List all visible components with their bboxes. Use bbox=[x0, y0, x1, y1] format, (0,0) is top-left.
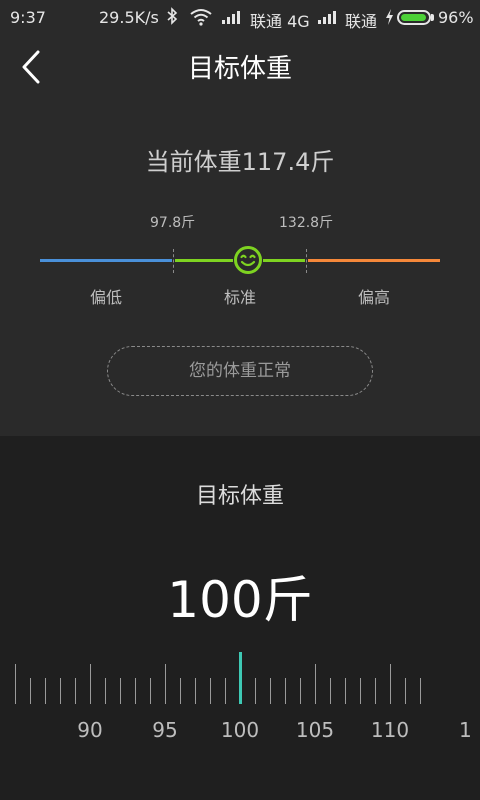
carrier-secondary: 联通 bbox=[345, 12, 378, 31]
range-label-high: 偏高 bbox=[357, 288, 390, 307]
signal-icon bbox=[222, 11, 242, 24]
ruler-tick bbox=[330, 678, 331, 704]
ruler-tick bbox=[390, 664, 391, 704]
ruler-tick bbox=[120, 678, 121, 704]
charging-icon bbox=[385, 9, 394, 29]
battery-icon bbox=[397, 10, 431, 25]
target-value: 100斤 bbox=[167, 571, 313, 629]
bluetooth-icon bbox=[166, 7, 178, 29]
ruler-tick bbox=[135, 678, 136, 704]
ruler-tick bbox=[225, 678, 226, 704]
ruler-tick bbox=[210, 678, 211, 704]
ruler-tick-label: 100 bbox=[220, 718, 260, 742]
ruler-tick bbox=[75, 678, 76, 704]
smile-icon bbox=[233, 245, 263, 275]
ruler-tick bbox=[270, 678, 271, 704]
ruler-tick bbox=[300, 678, 301, 704]
wifi-icon bbox=[189, 8, 213, 30]
ruler-tick bbox=[15, 664, 16, 704]
ruler-tick bbox=[30, 678, 31, 704]
current-weight-label: 当前体重117.4斤 bbox=[145, 148, 335, 176]
battery-level bbox=[401, 14, 426, 21]
page-title: 目标体重 bbox=[187, 54, 292, 84]
ruler-tick-label: 90 bbox=[77, 718, 103, 742]
ruler-tick bbox=[360, 678, 361, 704]
weight-status-badge: 您的体重正常 bbox=[107, 346, 373, 396]
title-bar: 目标体重 bbox=[0, 36, 480, 96]
ruler-tick bbox=[60, 678, 61, 704]
target-title: 目标体重 bbox=[195, 484, 284, 509]
ruler-tick bbox=[195, 678, 196, 704]
range-bar-high bbox=[308, 259, 440, 262]
battery-percent: 96% bbox=[438, 8, 474, 27]
ruler-tick-label: 110 bbox=[370, 718, 410, 742]
ruler-tick bbox=[165, 664, 166, 704]
status-bar: 9:37 29.5K/s 联通 4G 联通 96% bbox=[0, 0, 480, 36]
ruler-tick bbox=[315, 664, 316, 704]
ruler-tick-label: 95 bbox=[152, 718, 178, 742]
carrier-primary: 联通 4G bbox=[250, 12, 310, 31]
ruler-tick bbox=[90, 664, 91, 704]
ruler-tick-label: 105 bbox=[295, 718, 335, 742]
ruler-indicator bbox=[239, 652, 242, 704]
ruler-tick bbox=[105, 678, 106, 704]
ruler-tick bbox=[150, 678, 151, 704]
range-divider bbox=[173, 249, 174, 273]
status-time: 9:37 bbox=[10, 8, 46, 27]
ruler-tick bbox=[420, 678, 421, 704]
ruler-tick bbox=[45, 678, 46, 704]
ruler-tick bbox=[255, 678, 256, 704]
range-bar-low bbox=[40, 259, 172, 262]
range-label-normal: 标准 bbox=[223, 288, 256, 307]
ruler-tick-label: 1 bbox=[459, 718, 472, 742]
high-threshold: 132.8斤 bbox=[279, 215, 334, 231]
signal-icon bbox=[318, 11, 338, 24]
ruler-tick bbox=[345, 678, 346, 704]
range-label-low: 偏低 bbox=[89, 288, 122, 307]
ruler-tick bbox=[405, 678, 406, 704]
ruler-tick bbox=[285, 678, 286, 704]
ruler-tick bbox=[375, 678, 376, 704]
ruler-tick bbox=[180, 678, 181, 704]
range-divider bbox=[306, 249, 307, 273]
network-speed: 29.5K/s bbox=[99, 8, 159, 27]
low-threshold: 97.8斤 bbox=[150, 215, 196, 231]
